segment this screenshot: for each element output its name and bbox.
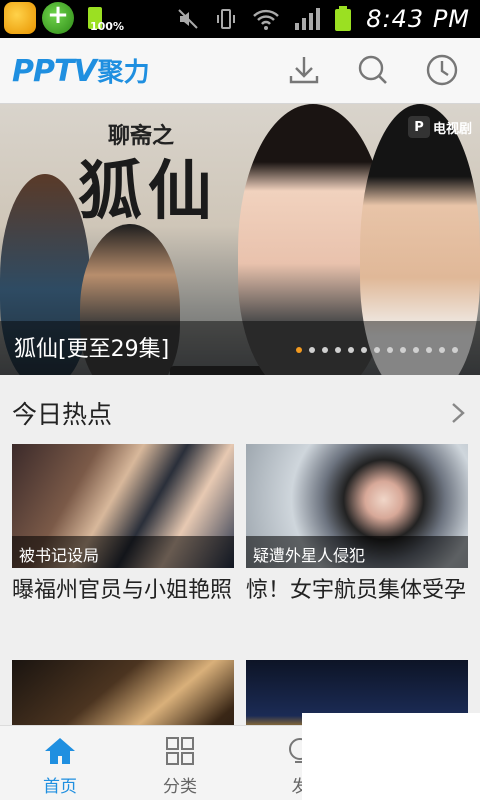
mute-icon [178,9,199,29]
news-card[interactable]: 疑遭外星人侵犯 惊！女宇航员集体受孕 [246,444,468,606]
app-header: PPTV 聚力 [0,38,480,104]
tv-series-badge: P 电视剧 [407,116,472,138]
news-thumbnail[interactable]: 疑遭外星人侵犯 [246,444,468,568]
news-title[interactable]: 曝福州官员与小姐艳照 [12,576,234,606]
carousel-dot[interactable] [426,347,432,353]
carousel-dot[interactable] [322,347,328,353]
carousel-dot[interactable] [374,347,380,353]
section-title: 今日热点 [12,400,113,429]
notification-icons [4,0,102,34]
battery-percent: 100% [90,20,124,33]
carousel-dot[interactable] [439,347,445,353]
carousel-dot[interactable] [387,347,393,353]
featured-banner[interactable]: 聊斋之 狐仙 P 电视剧 狐仙[更至29集] [0,104,480,375]
banner-caption: 狐仙[更至29集] [14,337,170,362]
download-button[interactable] [286,52,322,88]
nav-label: 首页 [43,777,77,797]
carousel-dot[interactable] [400,347,406,353]
nav-home[interactable]: 首页 [0,726,120,800]
carousel-dot[interactable] [413,347,419,353]
nav-label: 分类 [163,777,197,797]
carousel-dot[interactable] [452,347,458,353]
carousel-indicator[interactable] [296,347,458,353]
download-icon [289,57,319,84]
system-icons: 8:43 PM [176,0,470,38]
grid-icon [166,737,194,765]
home-icon [45,738,75,764]
clock: 8:43 PM [366,5,470,33]
search-icon [358,55,387,84]
badge-text: 电视剧 [432,121,472,137]
search-button[interactable] [355,52,391,88]
news-title[interactable]: 惊！女宇航员集体受孕 [246,576,468,606]
battery-icon [335,6,352,31]
carousel-dot[interactable] [348,347,354,353]
plus-app-icon [42,0,74,34]
chevron-right-icon[interactable] [450,401,466,425]
thumbnail-label: 疑遭外星人侵犯 [246,536,468,568]
thumbnail-label: 被书记设局 [12,536,234,568]
carousel-dot[interactable] [296,347,302,353]
pptv-badge-icon: P [407,116,430,138]
carousel-dot[interactable] [361,347,367,353]
banner-big-title: 狐仙 [78,154,218,229]
history-icon [426,54,458,86]
wifi-icon [253,9,280,30]
logo-text: 聚力 [97,58,150,88]
status-bar: 100% 8:43 PM [0,0,480,38]
pptv-logo: PPTV 聚力 [12,52,150,89]
signal-icon [295,8,321,30]
game-app-icon [4,2,36,34]
carousel-dot[interactable] [335,347,341,353]
logo-pptv: PPTV [12,54,97,89]
today-hot-header[interactable]: 今日热点 [0,375,480,445]
nav-category[interactable]: 分类 [120,726,240,800]
history-button[interactable] [424,52,460,88]
vibrate-icon [217,9,236,29]
carousel-dot[interactable] [309,347,315,353]
news-card[interactable]: 被书记设局 曝福州官员与小姐艳照 [12,444,234,606]
news-thumbnail[interactable]: 被书记设局 [12,444,234,568]
blank-overlay [302,713,480,800]
